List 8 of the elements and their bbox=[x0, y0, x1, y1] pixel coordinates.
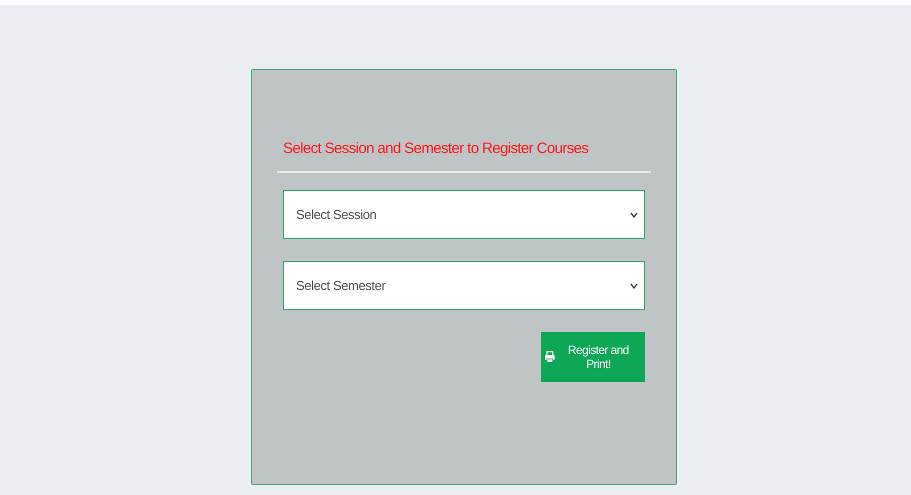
chevron-down-icon bbox=[630, 212, 638, 218]
dropdown-placeholder: Select Semester bbox=[296, 278, 386, 293]
dropdown-placeholder: Select Session bbox=[296, 207, 376, 222]
printer-icon bbox=[545, 351, 555, 363]
dropdown-select[interactable]: Select Session bbox=[283, 190, 645, 239]
dropdown-select[interactable]: Select Semester bbox=[283, 261, 645, 310]
chevron-down-icon bbox=[630, 282, 638, 288]
form-title: Select Session and Semester to Register Courses bbox=[283, 140, 590, 157]
